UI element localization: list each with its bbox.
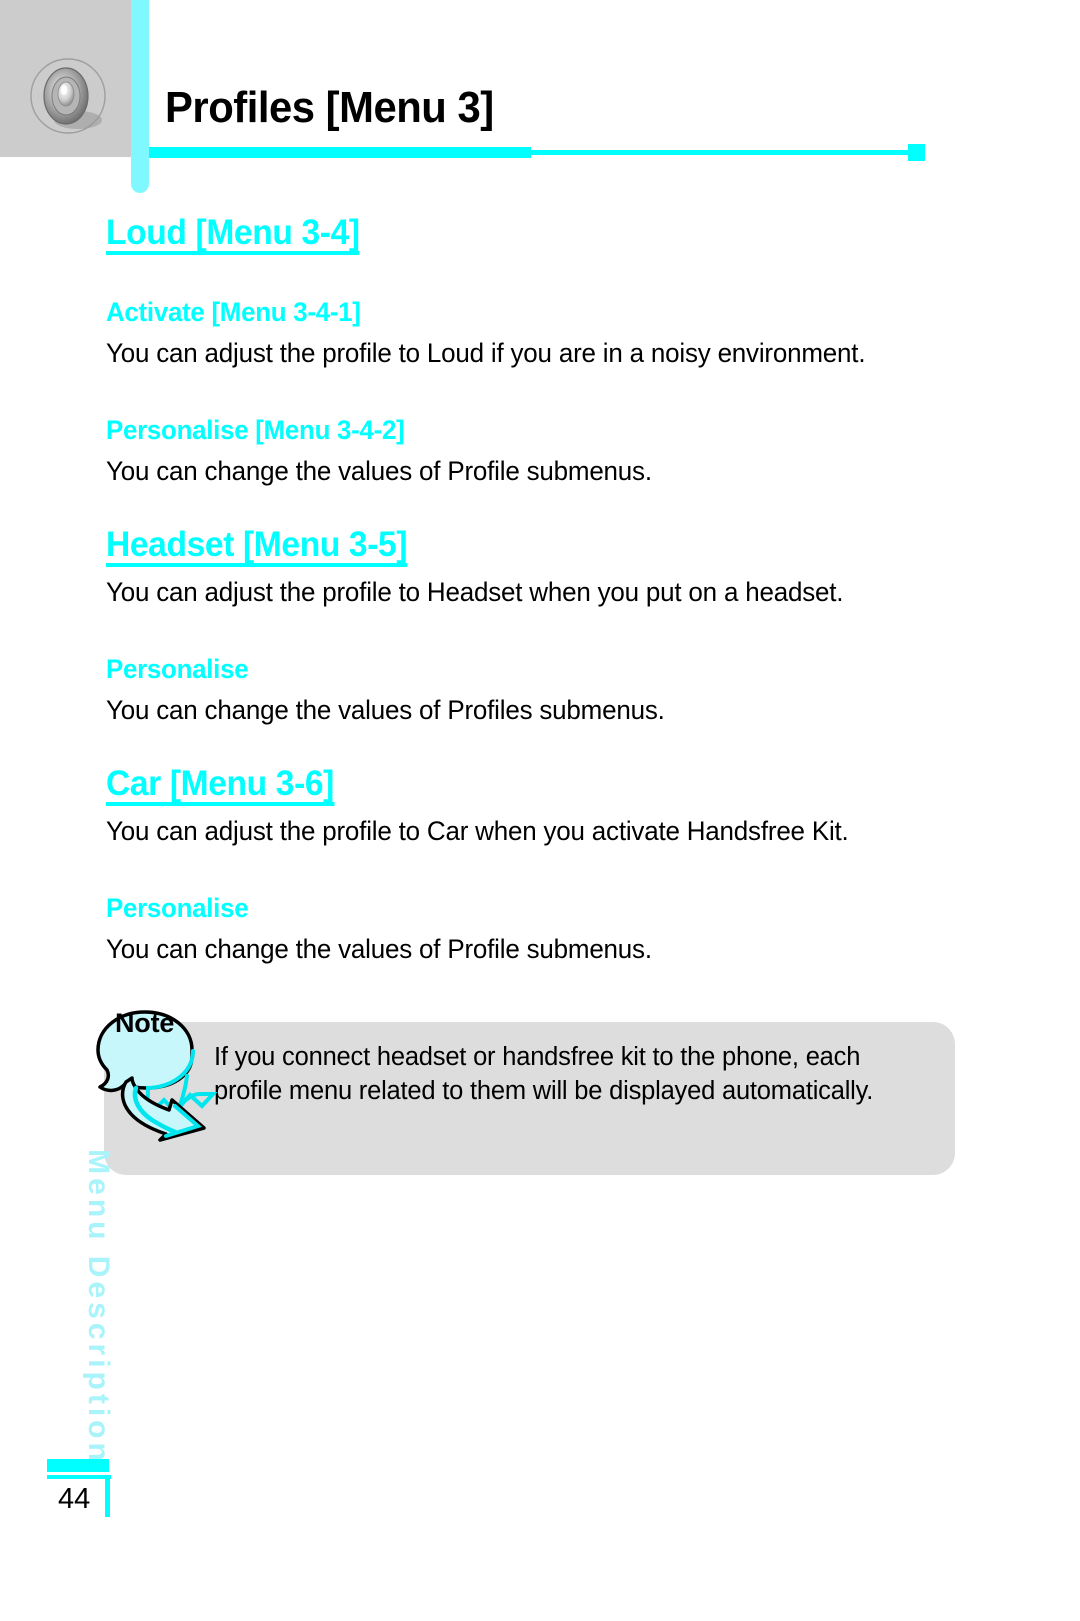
subheading-loud-personalise: Personalise [Menu 3-4-2] (106, 415, 405, 445)
header-icon-block (0, 0, 133, 157)
header-accent-bar-vertical (131, 0, 149, 193)
section-heading-headset: Headset [Menu 3-5] (106, 527, 408, 567)
paragraph-headset-intro: You can adjust the profile to Headset wh… (106, 577, 844, 607)
section-headset: Headset [Menu 3-5] (106, 527, 966, 567)
subheading-car-personalise: Personalise (106, 893, 249, 923)
side-tab-menu-description: Menu Description (82, 1149, 115, 1465)
note-label: Note (115, 1008, 175, 1038)
section-heading-loud: Loud [Menu 3-4] (106, 215, 360, 255)
paragraph-car-personalise: You can change the values of Profile sub… (106, 934, 652, 964)
page-title: Profiles [Menu 3] (165, 83, 494, 132)
paragraph-car-intro: You can adjust the profile to Car when y… (106, 816, 849, 846)
footer-rule-thin (47, 1475, 111, 1479)
page-number: 44 (58, 1483, 91, 1515)
section-car: Car [Menu 3-6] (106, 766, 966, 806)
paragraph-loud-personalise: You can change the values of Profile sub… (106, 456, 652, 486)
subheading-activate: Activate [Menu 3-4-1] (106, 297, 361, 327)
subheading-headset-personalise: Personalise (106, 654, 249, 684)
paragraph-loud-activate: You can adjust the profile to Loud if yo… (106, 338, 866, 368)
header-rule-end-cap (908, 144, 925, 161)
footer-rule-thick (47, 1459, 109, 1472)
section-heading-car: Car [Menu 3-6] (106, 766, 334, 806)
note-text: If you connect headset or handsfree kit … (214, 1043, 874, 1105)
document-content: Loud [Menu 3-4] Activate [Menu 3-4-1] Yo… (106, 215, 966, 965)
loudspeaker-icon (30, 58, 106, 134)
footer-rule-vertical (105, 1475, 110, 1517)
section-loud: Loud [Menu 3-4] (106, 215, 966, 255)
header-rule-thick (149, 147, 531, 158)
paragraph-headset-personalise: You can change the values of Profiles su… (106, 695, 665, 725)
header-rule-thin (525, 150, 917, 155)
